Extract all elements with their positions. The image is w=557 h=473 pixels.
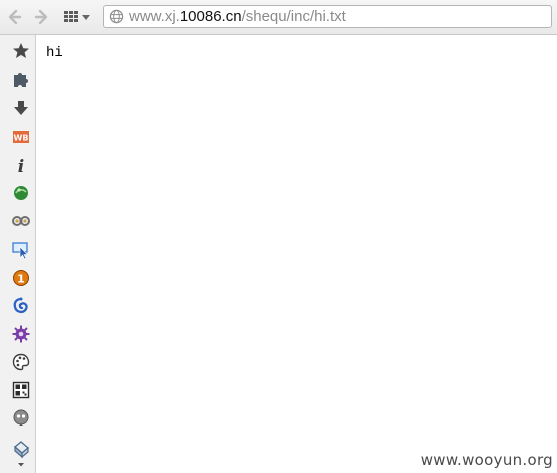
- back-arrow-icon: [8, 9, 22, 25]
- browser-window: www.xj.10086.cn/shequ/inc/hi.txt WB i 1 …: [0, 0, 557, 473]
- apps-grid-icon: [64, 11, 78, 23]
- cursor-select-icon: [12, 242, 29, 260]
- globe-icon: [109, 9, 124, 24]
- info-icon-label: i: [18, 157, 24, 176]
- robot-icon: [13, 409, 29, 426]
- sidebar-item-eraser[interactable]: [11, 439, 31, 459]
- watermark: www.wooyun.org: [420, 451, 553, 469]
- qr-icon: [12, 381, 30, 399]
- back-button[interactable]: [3, 6, 25, 28]
- palette-icon: [12, 353, 30, 371]
- info-icon: i: [18, 157, 24, 176]
- purple-gear-icon: [12, 325, 30, 343]
- sidebar-item-swirl[interactable]: [11, 296, 31, 316]
- sidebar-item-downloads[interactable]: [11, 98, 31, 118]
- extension-sidebar: WB i 1: [0, 35, 36, 473]
- download-arrow-icon: [14, 101, 28, 115]
- puzzle-icon: [14, 73, 28, 87]
- forward-button[interactable]: [31, 6, 53, 28]
- binoculars-icon: [12, 216, 30, 226]
- warning-badge-icon: 1: [13, 270, 29, 286]
- sidebar-item-extensions[interactable]: [11, 69, 31, 89]
- sidebar-item-qr[interactable]: [11, 380, 31, 400]
- url-text: www.xj.10086.cn/shequ/inc/hi.txt: [129, 7, 346, 27]
- sidebar-item-robot[interactable]: [11, 408, 31, 428]
- page-content: hi www.wooyun.org: [37, 35, 557, 473]
- sidebar-item-purple-gear[interactable]: [11, 324, 31, 344]
- eraser-icon: [13, 441, 30, 459]
- sidebar-item-palette[interactable]: [11, 352, 31, 372]
- green-ball-icon: [14, 186, 28, 200]
- file-text: hi: [46, 45, 63, 61]
- sidebar-item-warning[interactable]: 1: [11, 268, 31, 288]
- sidebar-item-binoculars[interactable]: [11, 211, 31, 231]
- warning-badge-label: 1: [17, 273, 25, 286]
- url-domain: 10086.cn: [179, 8, 242, 25]
- blue-swirl-icon: [13, 297, 28, 314]
- wb-icon: WB: [13, 131, 29, 143]
- chevron-down-icon: [18, 463, 24, 467]
- sidebar-item-select[interactable]: [11, 240, 31, 260]
- url-prefix: www.xj.: [129, 8, 180, 25]
- wb-icon-label: WB: [14, 134, 29, 143]
- forward-arrow-icon: [34, 9, 48, 25]
- navigation-toolbar: www.xj.10086.cn/shequ/inc/hi.txt: [0, 0, 557, 35]
- sidebar-item-weibo[interactable]: WB: [11, 127, 31, 147]
- chevron-down-icon: [82, 15, 90, 20]
- url-path: /shequ/inc/hi.txt: [241, 8, 346, 25]
- sidebar-item-bookmarks[interactable]: [11, 41, 31, 61]
- apps-menu-button[interactable]: [62, 6, 94, 28]
- address-bar[interactable]: www.xj.10086.cn/shequ/inc/hi.txt: [103, 5, 552, 28]
- sidebar-item-info[interactable]: i: [11, 156, 31, 176]
- sidebar-item-green-ball[interactable]: [11, 183, 31, 203]
- sidebar-scroll-down[interactable]: [11, 461, 31, 469]
- star-icon: [13, 43, 29, 58]
